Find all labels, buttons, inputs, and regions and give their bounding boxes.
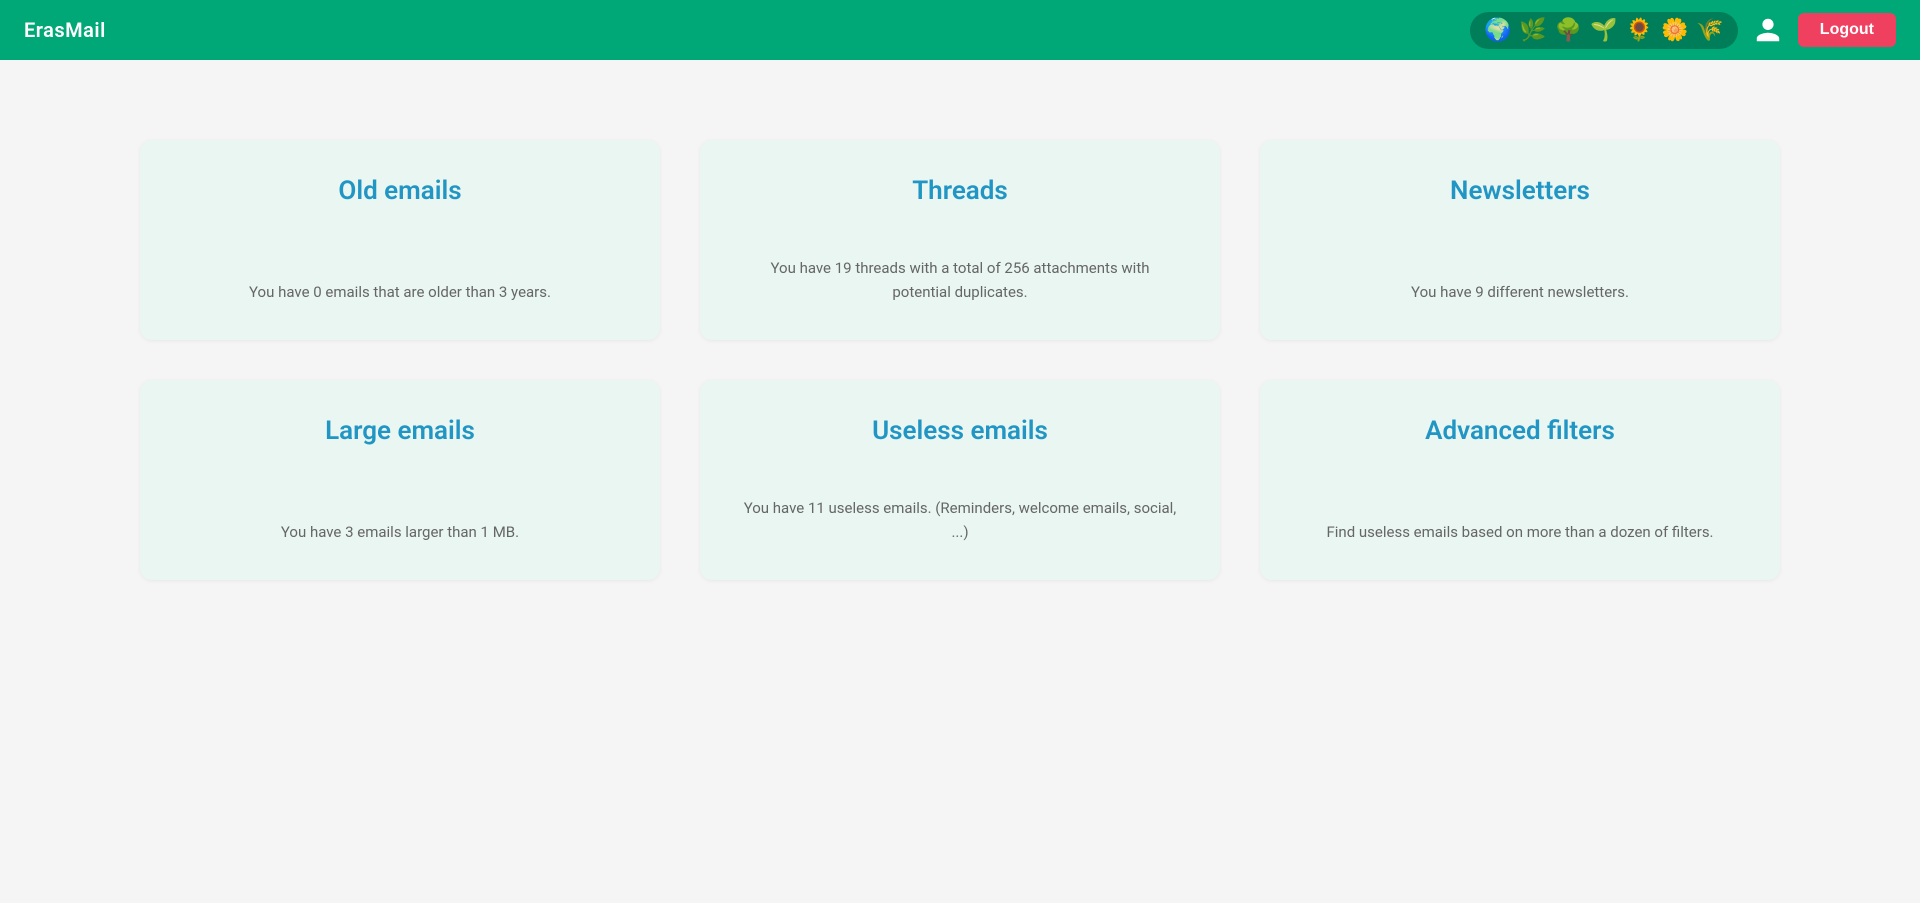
- card-newsletters[interactable]: Newsletters You have 9 different newslett…: [1260, 140, 1780, 340]
- main-content: Old emails You have 0 emails that are old…: [0, 60, 1920, 660]
- card-title-newsletters: Newsletters: [1300, 176, 1740, 206]
- emoji-1[interactable]: 🌍: [1484, 18, 1511, 43]
- card-useless-emails[interactable]: Useless emails You have 11 useless emails…: [700, 380, 1220, 580]
- emoji-3[interactable]: 🌳: [1555, 18, 1582, 43]
- logout-button[interactable]: Logout: [1798, 13, 1896, 47]
- card-description-advanced-filters: Find useless emails based on more than a…: [1300, 520, 1740, 544]
- navbar-right: 🌍 🌿 🌳 🌱 🌻 🌼 🌾 Logout: [1470, 12, 1896, 49]
- cards-grid: Old emails You have 0 emails that are old…: [140, 140, 1780, 580]
- emoji-2[interactable]: 🌿: [1519, 18, 1546, 43]
- emoji-7[interactable]: 🌾: [1696, 18, 1723, 43]
- user-profile-button[interactable]: [1754, 16, 1782, 44]
- card-title-old-emails: Old emails: [180, 176, 620, 206]
- navbar: ErasMail 🌍 🌿 🌳 🌱 🌻 🌼 🌾 Logout: [0, 0, 1920, 60]
- card-large-emails[interactable]: Large emails You have 3 emails larger tha…: [140, 380, 660, 580]
- brand-logo: ErasMail: [24, 18, 106, 42]
- card-description-old-emails: You have 0 emails that are older than 3 …: [180, 280, 620, 304]
- emoji-6[interactable]: 🌼: [1661, 18, 1688, 43]
- card-threads[interactable]: Threads You have 19 threads with a total …: [700, 140, 1220, 340]
- card-description-threads: You have 19 threads with a total of 256 …: [740, 256, 1180, 304]
- card-old-emails[interactable]: Old emails You have 0 emails that are old…: [140, 140, 660, 340]
- emoji-4[interactable]: 🌱: [1590, 18, 1617, 43]
- emoji-bar: 🌍 🌿 🌳 🌱 🌻 🌼 🌾: [1470, 12, 1738, 49]
- card-advanced-filters[interactable]: Advanced filters Find useless emails base…: [1260, 380, 1780, 580]
- card-title-threads: Threads: [740, 176, 1180, 206]
- card-description-useless-emails: You have 11 useless emails. (Reminders, …: [740, 496, 1180, 544]
- card-description-large-emails: You have 3 emails larger than 1 MB.: [180, 520, 620, 544]
- card-title-large-emails: Large emails: [180, 416, 620, 446]
- emoji-5[interactable]: 🌻: [1626, 18, 1653, 43]
- card-description-newsletters: You have 9 different newsletters.: [1300, 280, 1740, 304]
- card-title-useless-emails: Useless emails: [740, 416, 1180, 446]
- card-title-advanced-filters: Advanced filters: [1300, 416, 1740, 446]
